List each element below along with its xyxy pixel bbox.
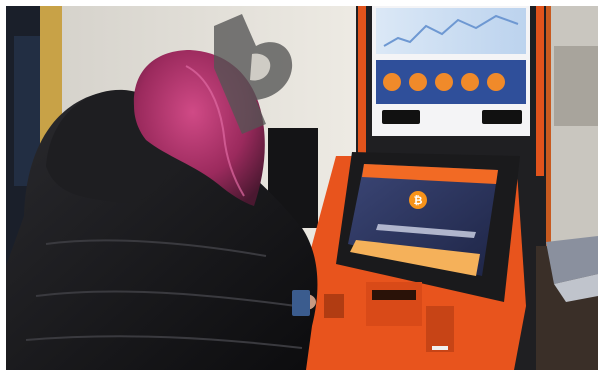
card-reader[interactable] xyxy=(324,294,344,318)
kiosk-edge-right xyxy=(536,6,544,176)
receipt-slot[interactable] xyxy=(432,346,448,350)
kiosk-edge-left xyxy=(358,6,366,166)
cash-slot[interactable] xyxy=(372,290,416,300)
phone xyxy=(292,290,310,316)
google-play-badge-icon xyxy=(482,110,522,124)
photo-illustration: ₿ xyxy=(6,6,598,370)
poster-header-image xyxy=(376,8,526,54)
receipt-panel xyxy=(426,306,454,352)
cash-slot-housing xyxy=(366,282,422,326)
photo-scene: ₿ xyxy=(6,6,598,370)
app-store-badge-icon xyxy=(382,110,420,124)
bitcoin-symbol: ₿ xyxy=(414,195,423,207)
right-shelf xyxy=(554,46,598,126)
